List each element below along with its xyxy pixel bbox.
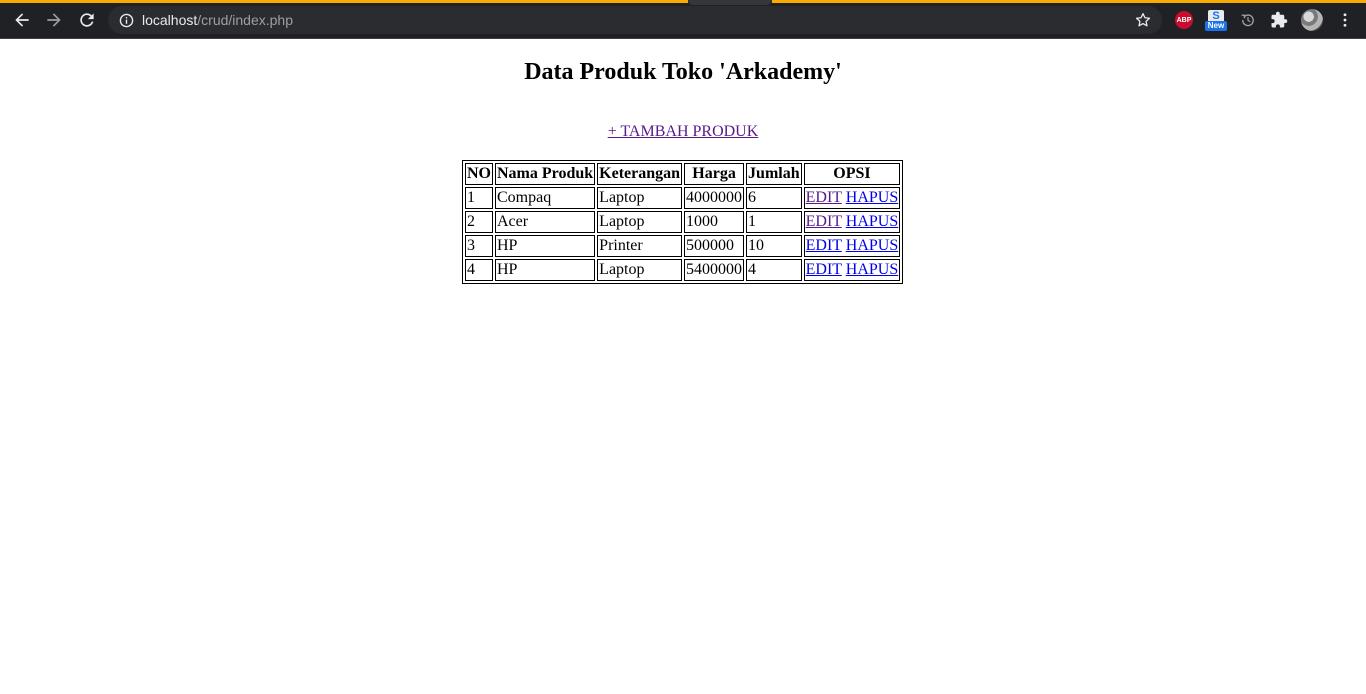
- table-row: 3 HP Printer 500000 10 EDIT HAPUS: [465, 235, 901, 257]
- new-badge: New: [1205, 21, 1227, 31]
- cell-harga: 500000: [684, 235, 745, 257]
- url-host: localhost: [142, 12, 198, 28]
- cell-jumlah: 4: [746, 259, 802, 281]
- cell-opsi: EDIT HAPUS: [803, 187, 901, 209]
- header-harga: Harga: [684, 163, 745, 185]
- url-text: localhost/crud/index.php: [142, 11, 293, 29]
- cell-no: 4: [465, 259, 493, 281]
- history-icon: [1241, 14, 1254, 27]
- arrow-right-icon: [47, 13, 61, 27]
- cell-nama: HP: [495, 259, 596, 281]
- header-no: NO: [465, 163, 493, 185]
- edit-link[interactable]: EDIT: [806, 189, 842, 206]
- cell-opsi: EDIT HAPUS: [803, 211, 901, 233]
- add-product-link[interactable]: + TAMBAH PRODUK: [608, 123, 759, 140]
- browser-toolbar: localhost/crud/index.php ABP S New: [0, 0, 1366, 39]
- kebab-menu-icon: [1343, 13, 1347, 27]
- browser-menu-button[interactable]: [1334, 9, 1356, 31]
- hapus-link[interactable]: HAPUS: [846, 189, 898, 206]
- history-extension-button[interactable]: [1237, 9, 1259, 31]
- cell-opsi: EDIT HAPUS: [803, 259, 901, 281]
- back-button[interactable]: [10, 8, 34, 32]
- cell-keterangan: Laptop: [597, 211, 683, 233]
- cell-nama: Compaq: [495, 187, 596, 209]
- avatar: [1301, 9, 1323, 31]
- extensions-button[interactable]: [1268, 9, 1290, 31]
- arrow-left-icon: [15, 13, 29, 27]
- tab-strip-accent: [0, 0, 688, 3]
- table-row: 1 Compaq Laptop 4000000 6 EDIT HAPUS: [465, 187, 901, 209]
- cell-jumlah: 1: [746, 211, 802, 233]
- reload-button[interactable]: [75, 8, 99, 32]
- adblock-extension-button[interactable]: ABP: [1173, 9, 1195, 31]
- cell-keterangan: Laptop: [597, 187, 683, 209]
- hapus-link[interactable]: HAPUS: [846, 213, 898, 230]
- table-row: 4 HP Laptop 5400000 4 EDIT HAPUS: [465, 259, 901, 281]
- header-jumlah: Jumlah: [746, 163, 802, 185]
- cell-harga: 4000000: [684, 187, 745, 209]
- active-tab-notch: [688, 0, 772, 5]
- s-new-extension-button[interactable]: S New: [1205, 9, 1227, 31]
- header-keterangan: Keterangan: [597, 163, 683, 185]
- table-row: 2 Acer Laptop 1000 1 EDIT HAPUS: [465, 211, 901, 233]
- hapus-link[interactable]: HAPUS: [846, 237, 898, 254]
- hapus-link[interactable]: HAPUS: [846, 261, 898, 278]
- reload-icon: [80, 13, 94, 27]
- cell-nama: HP: [495, 235, 596, 257]
- info-icon[interactable]: [118, 12, 134, 28]
- star-icon[interactable]: [1134, 11, 1152, 29]
- url-path: /crud/index.php: [197, 12, 293, 28]
- cell-jumlah: 10: [746, 235, 802, 257]
- cell-nama: Acer: [495, 211, 596, 233]
- abp-icon: ABP: [1175, 11, 1193, 29]
- cell-no: 2: [465, 211, 493, 233]
- cell-harga: 5400000: [684, 259, 745, 281]
- cell-no: 1: [465, 187, 493, 209]
- page-title: Data Produk Toko 'Arkademy': [524, 59, 842, 85]
- cell-no: 3: [465, 235, 493, 257]
- puzzle-icon: [1271, 11, 1288, 28]
- header-nama-produk: Nama Produk: [495, 163, 596, 185]
- header-opsi: OPSI: [803, 163, 901, 185]
- cell-keterangan: Laptop: [597, 259, 683, 281]
- add-product-container: + TAMBAH PRODUK: [0, 122, 1366, 142]
- forward-button[interactable]: [42, 8, 66, 32]
- cell-harga: 1000: [684, 211, 745, 233]
- cell-opsi: EDIT HAPUS: [803, 235, 901, 257]
- tab-strip-accent-right: [772, 0, 1366, 3]
- table-header-row: NO Nama Produk Keterangan Harga Jumlah O…: [465, 163, 901, 185]
- cell-jumlah: 6: [746, 187, 802, 209]
- cell-keterangan: Printer: [597, 235, 683, 257]
- product-table: NO Nama Produk Keterangan Harga Jumlah O…: [462, 160, 904, 284]
- edit-link[interactable]: EDIT: [806, 213, 842, 230]
- edit-link[interactable]: EDIT: [806, 261, 842, 278]
- address-bar[interactable]: localhost/crud/index.php: [108, 6, 1162, 34]
- profile-button[interactable]: [1301, 9, 1323, 31]
- s-extension-icon: S New: [1205, 9, 1227, 31]
- edit-link[interactable]: EDIT: [806, 237, 842, 254]
